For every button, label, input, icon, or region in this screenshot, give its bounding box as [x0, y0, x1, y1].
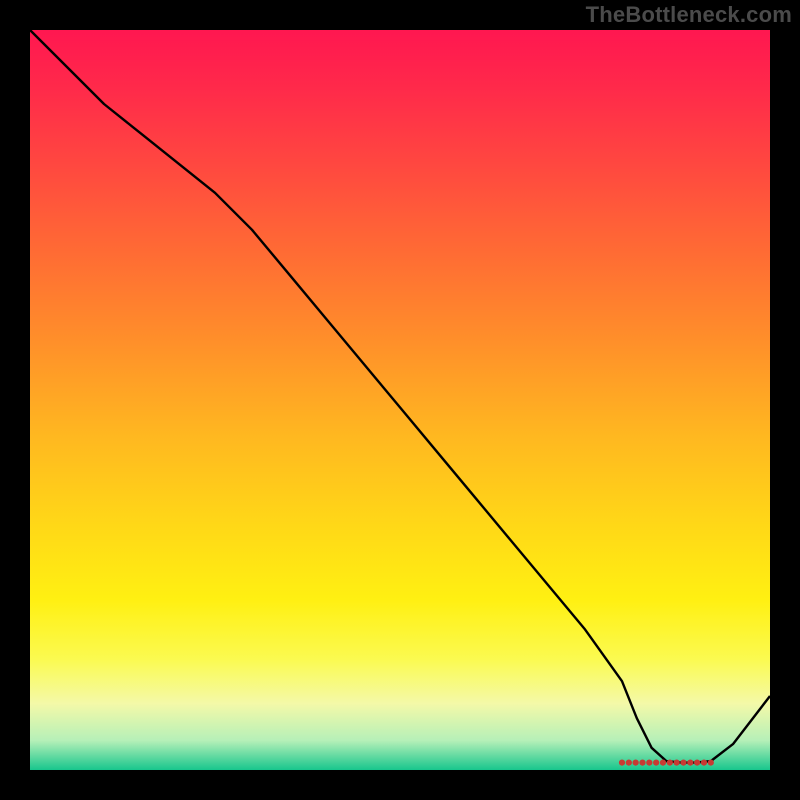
watermark-text: TheBottleneck.com	[586, 2, 792, 28]
plot-area	[30, 30, 770, 770]
chart-frame: TheBottleneck.com	[0, 0, 800, 800]
optimal-region-dots	[30, 30, 770, 770]
